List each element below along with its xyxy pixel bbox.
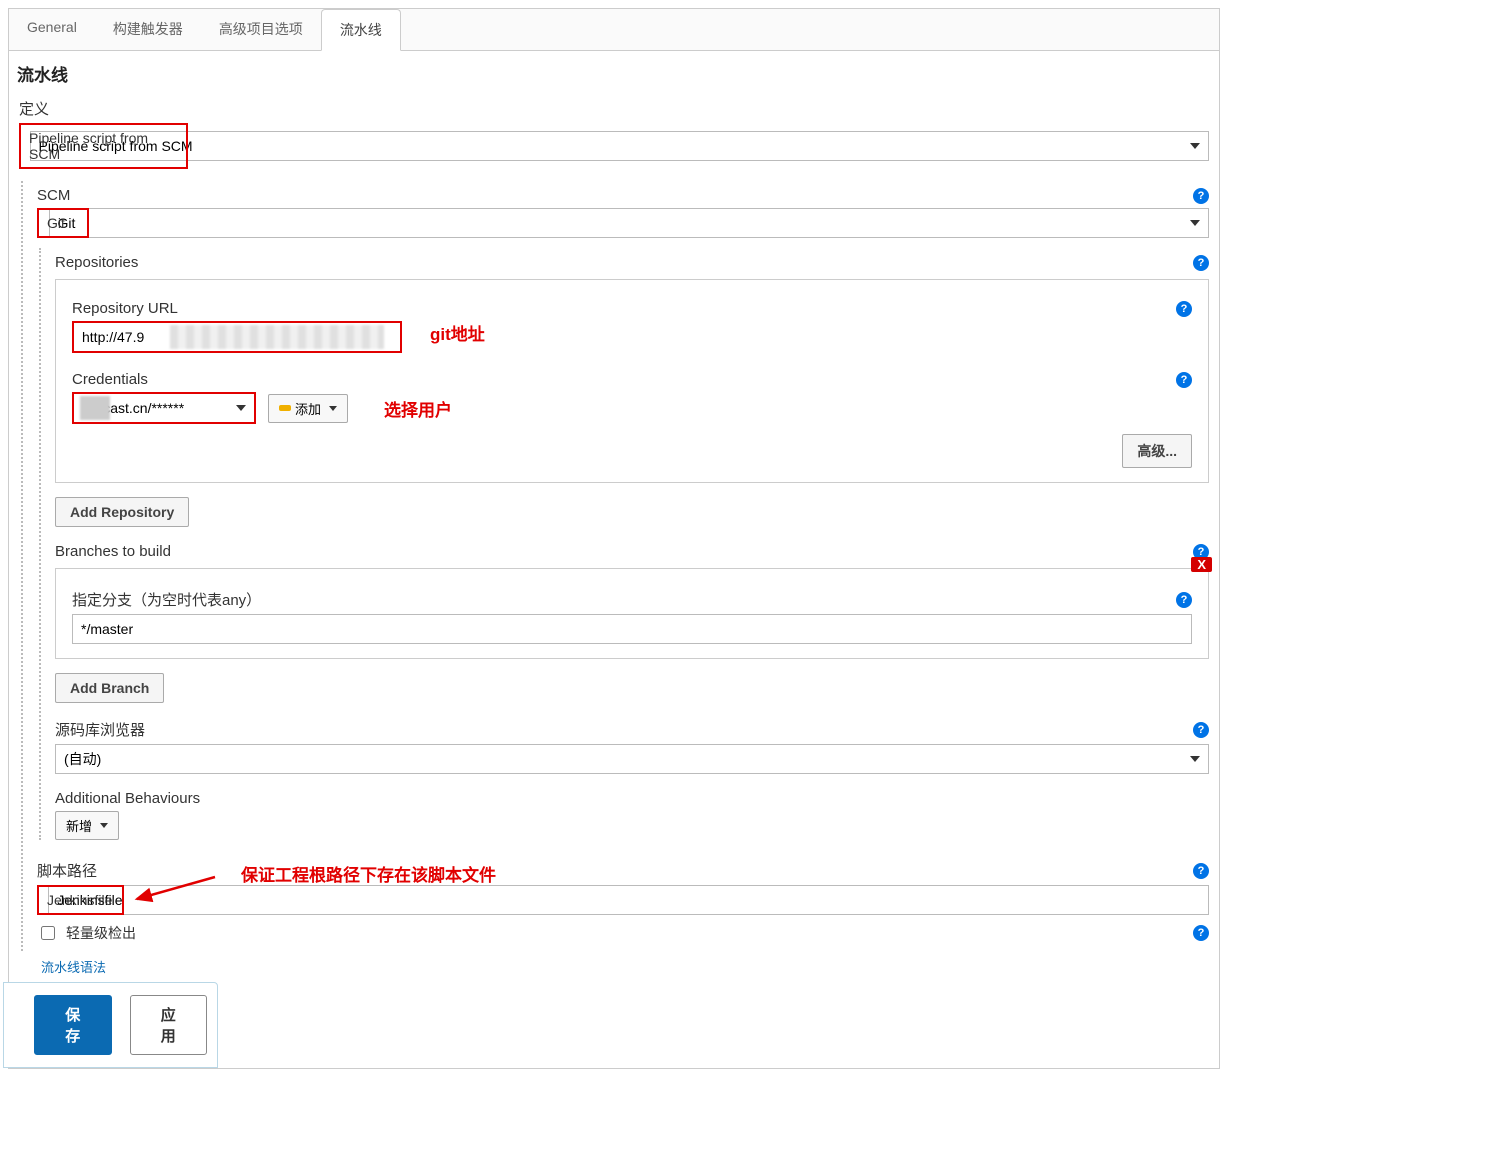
label-definition: 定义 — [19, 98, 49, 119]
new-behaviour-label: 新增 — [66, 816, 92, 835]
help-scm-icon[interactable]: ? — [1193, 188, 1209, 204]
repo-browser-select[interactable]: (自动) — [55, 744, 1209, 774]
caret-icon — [329, 406, 337, 411]
help-lightweight-icon[interactable]: ? — [1193, 925, 1209, 941]
add-branch-button[interactable]: Add Branch — [55, 673, 164, 703]
annotation-select-user: 选择用户 — [384, 396, 452, 421]
branch-card: X 指定分支（为空时代表any） ? — [55, 568, 1209, 659]
blur-cred — [80, 396, 110, 420]
add-credentials-button[interactable]: 添加 — [268, 394, 348, 423]
tab-advanced-project[interactable]: 高级项目选项 — [201, 9, 321, 50]
add-credentials-label: 添加 — [295, 399, 321, 418]
annotation-git-url: git地址 — [430, 320, 485, 345]
repository-card: Repository URL ? git地址 — [55, 279, 1209, 483]
annotation-script-note: 保证工程根路径下存在该脚本文件 — [241, 861, 496, 886]
tab-general[interactable]: General — [9, 9, 95, 50]
tab-pipeline[interactable]: 流水线 — [321, 9, 401, 51]
label-additional-behaviours: Additional Behaviours — [55, 790, 200, 807]
footer-actions: 保存 应用 — [3, 982, 218, 1068]
key-icon — [279, 405, 291, 411]
arrow-icon — [129, 871, 219, 911]
caret-icon-2 — [100, 823, 108, 828]
scm-select[interactable]: Git — [49, 208, 1209, 238]
help-credentials-icon[interactable]: ? — [1176, 372, 1192, 388]
advanced-button[interactable]: 高级... — [1122, 434, 1192, 468]
script-path-value-box: Jenkinsfile — [39, 887, 122, 913]
help-script-path-icon[interactable]: ? — [1193, 863, 1209, 879]
branch-spec-input[interactable] — [72, 614, 1192, 644]
label-lightweight: 轻量级检出 — [66, 923, 136, 943]
tab-triggers[interactable]: 构建触发器 — [95, 9, 201, 50]
scm-select-value: Git — [39, 210, 87, 236]
script-path-input[interactable] — [48, 885, 1209, 915]
help-repo-browser-icon[interactable]: ? — [1193, 722, 1209, 738]
help-repo-url-icon[interactable]: ? — [1176, 301, 1192, 317]
lightweight-checkbox[interactable] — [41, 926, 55, 940]
apply-button[interactable]: 应用 — [130, 995, 208, 1055]
definition-select[interactable]: Pipeline script from SCM — [30, 131, 1209, 161]
section-title: 流水线 — [9, 51, 1219, 92]
label-repo-url: Repository URL — [72, 300, 178, 317]
label-credentials: Credentials — [72, 371, 148, 388]
save-button[interactable]: 保存 — [34, 995, 112, 1055]
delete-branch-button[interactable]: X — [1191, 557, 1212, 572]
help-branch-spec-icon[interactable]: ? — [1176, 592, 1192, 608]
add-repository-button[interactable]: Add Repository — [55, 497, 189, 527]
label-branch-spec: 指定分支（为空时代表any） — [72, 589, 261, 610]
definition-select-value: Pipeline script from SCM — [21, 125, 186, 167]
label-repo-browser: 源码库浏览器 — [55, 719, 145, 740]
help-repositories-icon[interactable]: ? — [1193, 255, 1209, 271]
label-branches: Branches to build — [55, 543, 171, 560]
pipeline-syntax-link[interactable]: 流水线语法 — [19, 951, 1209, 982]
tabs-bar: General 构建触发器 高级项目选项 流水线 — [9, 9, 1219, 51]
label-script-path: 脚本路径 — [37, 860, 97, 881]
label-scm: SCM — [37, 187, 70, 204]
label-repositories: Repositories — [55, 254, 138, 271]
repo-url-input[interactable] — [74, 323, 400, 351]
new-behaviour-button[interactable]: 新增 — [55, 811, 119, 840]
